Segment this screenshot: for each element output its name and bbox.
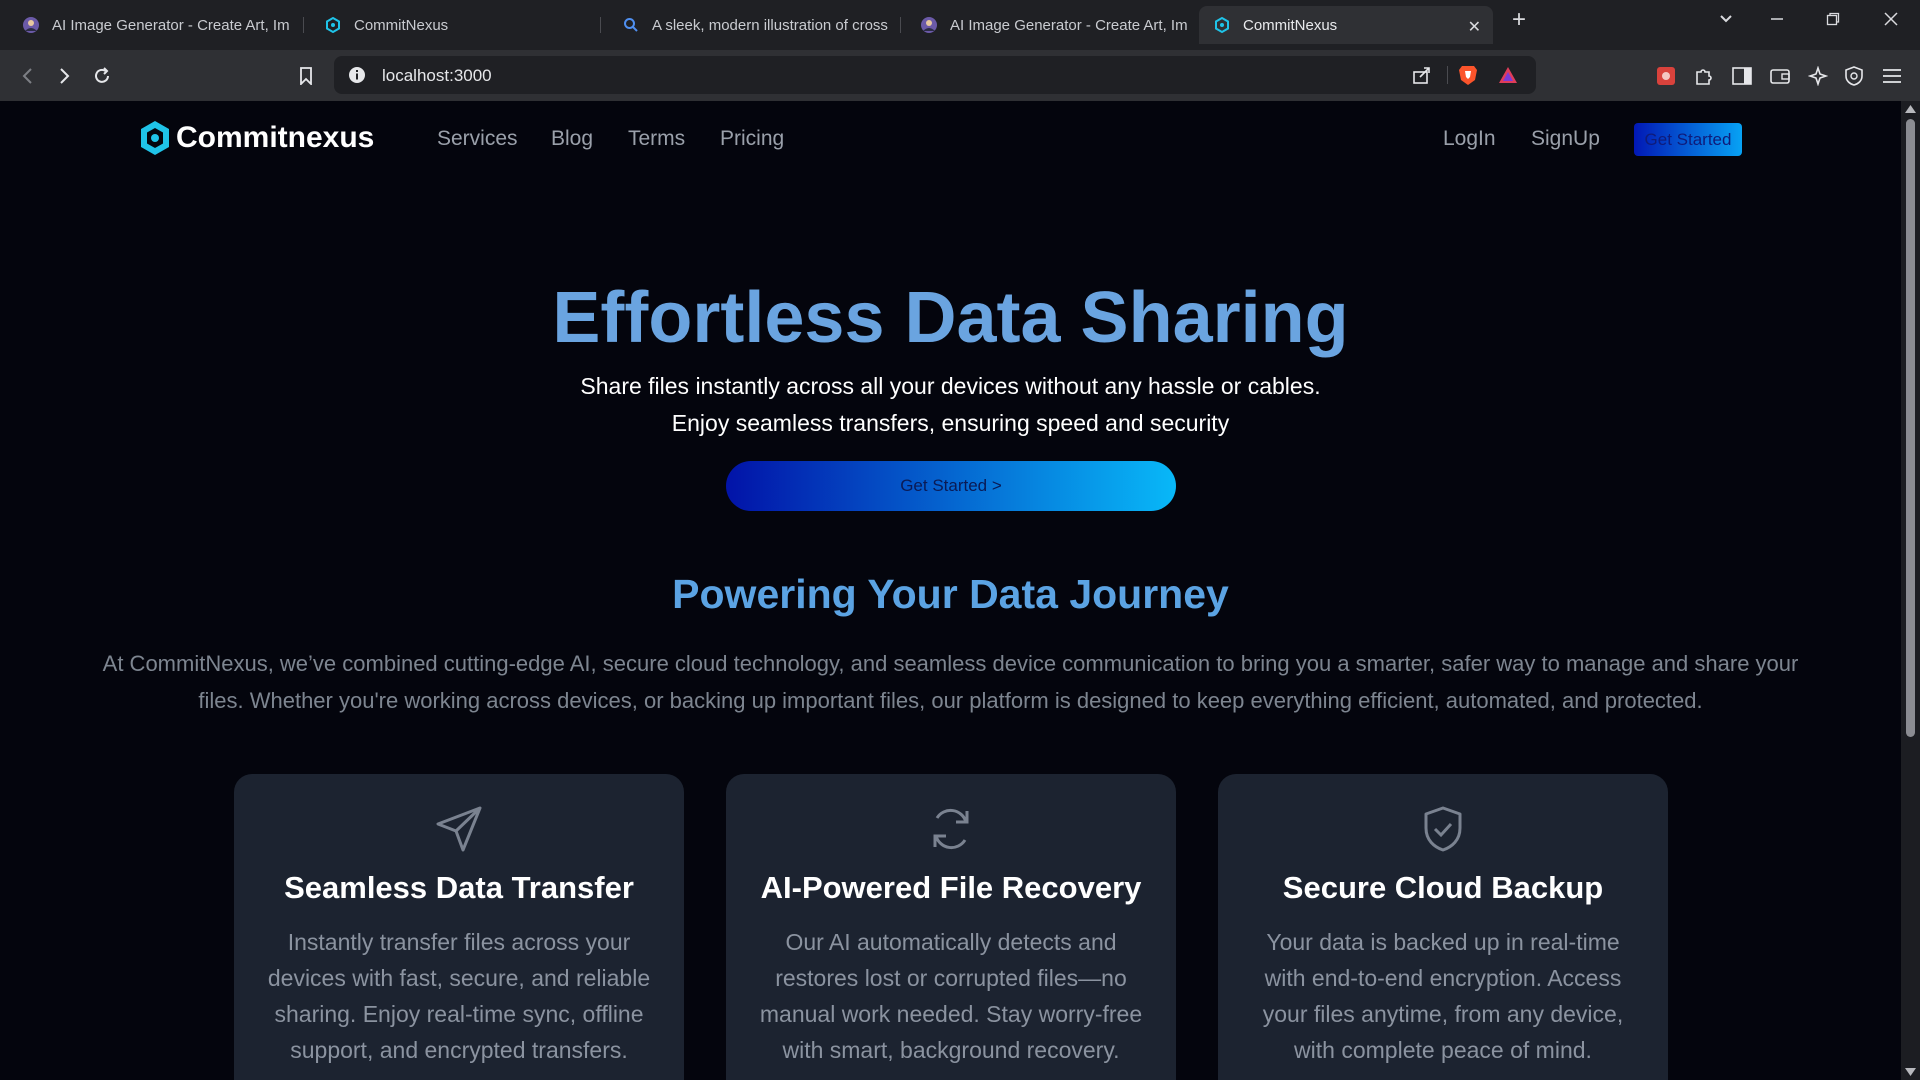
- nav-get-started-button[interactable]: Get Started: [1634, 123, 1742, 156]
- logo-text: Commitnexus: [176, 121, 375, 154]
- vpn-shield-icon[interactable]: [1842, 64, 1866, 88]
- scroll-up-icon[interactable]: [1905, 105, 1916, 113]
- hero-subtitle-line-1: Share files instantly across all your de…: [580, 373, 1321, 399]
- url-text[interactable]: localhost:3000: [382, 66, 492, 86]
- nav-link-pricing[interactable]: Pricing: [720, 127, 784, 151]
- extensions-puzzle-icon[interactable]: [1692, 64, 1716, 88]
- scrollbar-thumb[interactable]: [1906, 119, 1915, 737]
- browser-toolbar: localhost:3000: [0, 50, 1920, 101]
- divider: [1447, 66, 1448, 84]
- back-icon[interactable]: [14, 62, 42, 90]
- wallet-icon[interactable]: [1768, 64, 1792, 88]
- minimize-icon[interactable]: [1762, 10, 1792, 31]
- feature-title: Secure Cloud Backup: [1282, 870, 1604, 905]
- brave-shields-icon[interactable]: [1458, 64, 1478, 91]
- tab-label: AI Image Generator - Create Art, Im: [52, 16, 290, 34]
- signup-link[interactable]: SignUp: [1531, 127, 1600, 151]
- ai-avatar-icon: [920, 16, 938, 34]
- journey-title: Powering Your Data Journey: [672, 571, 1229, 617]
- feature-title: Seamless Data Transfer: [284, 870, 634, 905]
- page-viewport: Commitnexus Services Blog Terms Pricing …: [0, 101, 1901, 1080]
- tab-commitnexus-1[interactable]: CommitNexus: [310, 6, 600, 44]
- hero-title: Effortless Data Sharing: [552, 278, 1349, 358]
- tab-search[interactable]: A sleek, modern illustration of cross: [608, 6, 898, 44]
- leo-ai-icon[interactable]: [1806, 64, 1830, 88]
- reload-icon[interactable]: [88, 62, 116, 90]
- tab-label: CommitNexus: [1243, 16, 1338, 34]
- feature-card-backup: Secure Cloud Backup Your data is backed …: [1218, 774, 1668, 1080]
- feature-title: AI-Powered File Recovery: [760, 870, 1142, 905]
- scroll-down-icon[interactable]: [1905, 1068, 1916, 1076]
- menu-icon[interactable]: [1880, 64, 1904, 88]
- brave-rewards-icon[interactable]: [1498, 66, 1518, 89]
- feature-text: Your data is backed up in real-time with…: [1262, 929, 1624, 1063]
- site-navbar: Commitnexus Services Blog Terms Pricing …: [0, 101, 1901, 177]
- hero-get-started-button[interactable]: Get Started >: [726, 461, 1176, 511]
- hexagon-logo-icon: [1213, 16, 1231, 34]
- tab-separator: [600, 17, 601, 33]
- tab-ai-image-generator-1[interactable]: AI Image Generator - Create Art, Im: [8, 6, 298, 44]
- forward-icon[interactable]: [50, 62, 78, 90]
- hexagon-logo-icon: [141, 121, 169, 155]
- new-tab-icon[interactable]: +: [1504, 6, 1534, 34]
- sidebar-toggle-icon[interactable]: [1730, 64, 1754, 88]
- feature-text: Instantly transfer files across your dev…: [267, 929, 651, 1063]
- bookmark-icon[interactable]: [292, 62, 320, 90]
- tab-label: CommitNexus: [354, 16, 449, 34]
- tab-ai-image-generator-2[interactable]: AI Image Generator - Create Art, Im: [906, 6, 1196, 44]
- tab-commitnexus-active[interactable]: CommitNexus ✕: [1199, 6, 1493, 44]
- nav-link-terms[interactable]: Terms: [628, 127, 685, 151]
- browser-tab-bar: AI Image Generator - Create Art, Im Comm…: [0, 0, 1920, 50]
- close-tab-icon[interactable]: ✕: [1468, 17, 1481, 37]
- feature-card-recovery: AI-Powered File Recovery Our AI automati…: [726, 774, 1176, 1080]
- page-scrollbar[interactable]: [1901, 101, 1920, 1080]
- share-icon[interactable]: [1412, 65, 1432, 90]
- tab-label: AI Image Generator - Create Art, Im: [950, 16, 1188, 34]
- send-icon: [436, 806, 482, 852]
- address-bar[interactable]: localhost:3000: [334, 56, 1536, 94]
- feature-card-transfer: Seamless Data Transfer Instantly transfe…: [234, 774, 684, 1080]
- site-logo[interactable]: Commitnexus: [138, 119, 374, 157]
- ai-avatar-icon: [22, 16, 40, 34]
- restore-icon[interactable]: [1818, 10, 1848, 31]
- tab-separator: [900, 17, 901, 33]
- login-link[interactable]: LogIn: [1443, 127, 1496, 151]
- tab-search-chevron-icon[interactable]: [1711, 10, 1741, 31]
- nav-link-services[interactable]: Services: [437, 127, 518, 151]
- hexagon-logo-icon: [324, 16, 342, 34]
- journey-text: At CommitNexus, we’ve combined cutting-e…: [102, 651, 1799, 713]
- refresh-icon: [933, 808, 969, 850]
- tab-separator: [303, 17, 304, 33]
- feature-text: Our AI automatically detects and restore…: [759, 929, 1143, 1063]
- nav-link-blog[interactable]: Blog: [551, 127, 593, 151]
- search-icon: [622, 16, 640, 34]
- site-info-icon[interactable]: [348, 66, 366, 89]
- hero-subtitle-line-2: Enjoy seamless transfers, ensuring speed…: [671, 410, 1230, 436]
- shield-check-icon: [1424, 806, 1462, 852]
- tab-label: A sleek, modern illustration of cross: [652, 16, 888, 34]
- close-window-icon[interactable]: [1876, 10, 1906, 31]
- extension-red-icon[interactable]: [1654, 64, 1678, 88]
